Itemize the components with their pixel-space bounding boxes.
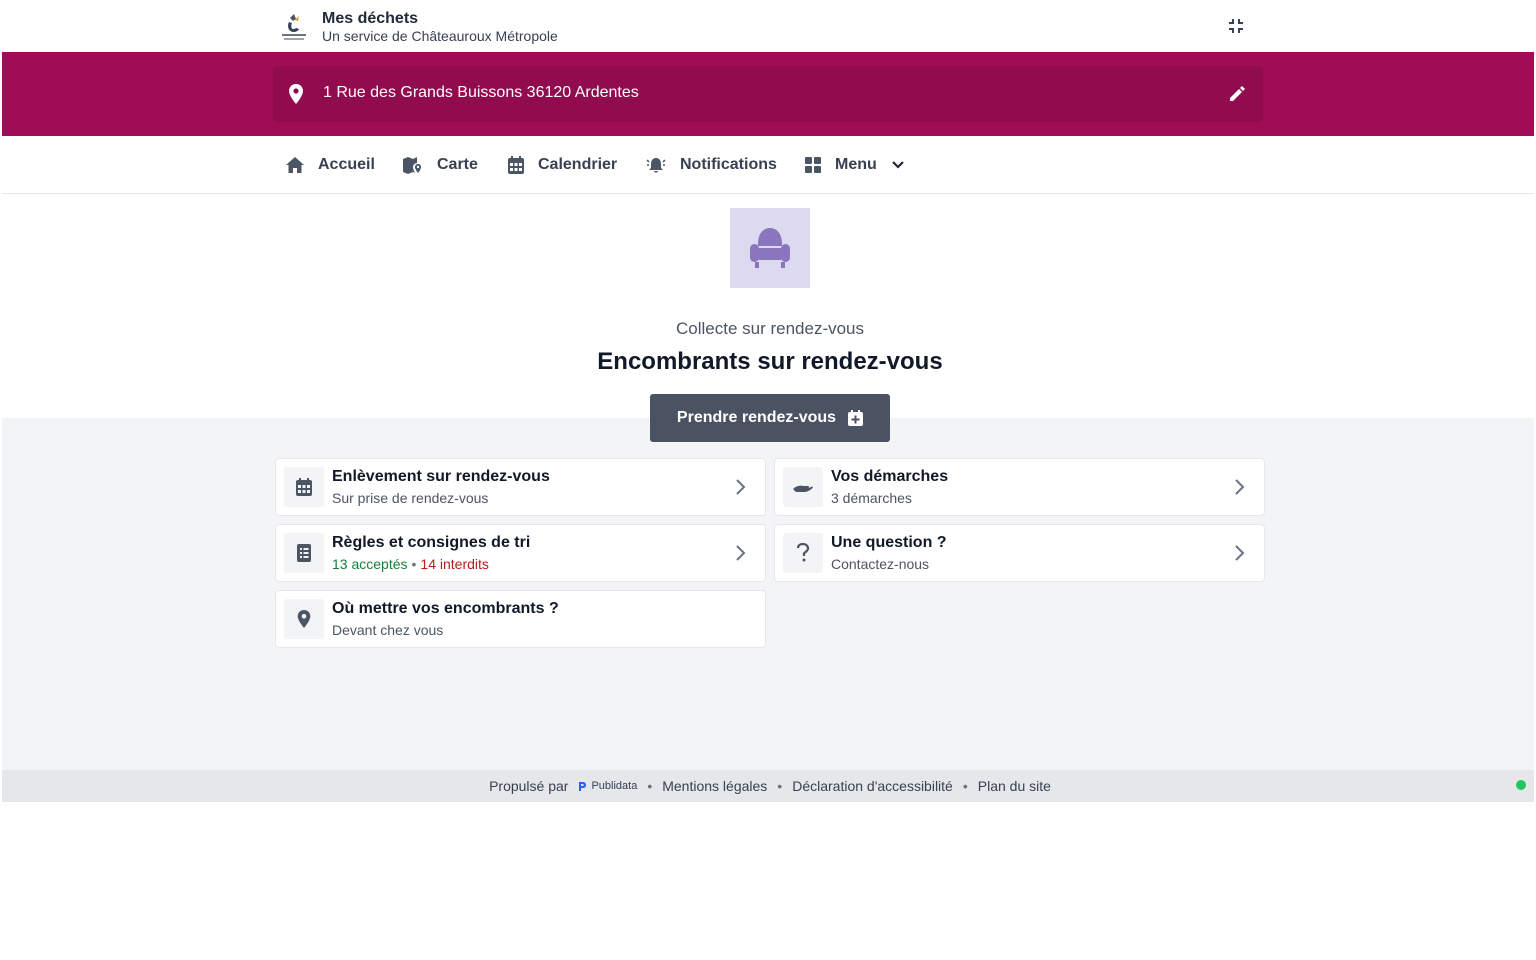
hero-section: Collecte sur rendez-vous Encombrants sur…: [2, 195, 1534, 418]
card-demarches[interactable]: Vos démarches 3 démarches: [774, 458, 1265, 516]
card-subtitle: 3 démarches: [831, 490, 912, 506]
card-subtitle: 13 acceptés • 14 interdits: [332, 556, 489, 572]
card-subtitle: Sur prise de rendez-vous: [332, 490, 489, 506]
app-frame: Mes déchets Un service de Châteauroux Mé…: [2, 2, 1534, 802]
card-question[interactable]: Une question ? Contactez-nous: [774, 524, 1265, 582]
app-subtitle: Un service de Châteauroux Métropole: [322, 28, 558, 44]
app-title: Mes déchets: [322, 10, 419, 27]
card-ou-mettre: Où mettre vos encombrants ? Devant chez …: [275, 590, 766, 648]
footer: Propulsé par Publidata • Mentions légale…: [2, 770, 1534, 802]
checklist-icon: [284, 533, 324, 573]
hand-icon: [783, 467, 823, 507]
status-indicator: [1516, 780, 1526, 790]
powered-by-text: Propulsé par: [489, 778, 569, 794]
map-marker-icon: [403, 157, 421, 174]
publidata-label: Publidata: [591, 780, 638, 792]
collapse-icon[interactable]: [1224, 14, 1248, 38]
nav-item-menu[interactable]: Menu: [805, 136, 905, 194]
footer-links: Propulsé par Publidata • Mentions légale…: [2, 770, 1536, 802]
map-pin-icon: [289, 84, 307, 104]
main-nav: Accueil Carte Calendrier Notifications M…: [2, 136, 1534, 194]
nav-label: Calendrier: [538, 156, 618, 173]
nav-label: Carte: [437, 156, 478, 173]
nav-label: Accueil: [318, 156, 375, 173]
publidata-link[interactable]: Publidata: [578, 780, 637, 792]
content-area: [2, 418, 1534, 770]
grid-icon: [805, 157, 821, 173]
card-regles-tri[interactable]: Règles et consignes de tri 13 acceptés • 1…: [275, 524, 766, 582]
card-subtitle: Contactez-nous: [831, 556, 930, 572]
separator: •: [411, 556, 417, 572]
page-title: Encombrants sur rendez-vous: [597, 348, 943, 375]
address-band: 1 Rue des Grands Buissons 36120 Ardentes: [2, 52, 1534, 136]
nav-item-carte[interactable]: Carte: [403, 136, 478, 194]
publidata-logo-icon: [579, 781, 587, 791]
home-icon: [286, 157, 304, 173]
nav-item-notifications[interactable]: Notifications: [646, 136, 777, 194]
card-enlevement[interactable]: Enlèvement sur rendez-vous Sur prise de …: [275, 458, 766, 516]
nav-item-calendrier[interactable]: Calendrier: [508, 136, 617, 194]
chevron-right-icon: [1235, 479, 1245, 495]
hero-subtitle: Collecte sur rendez-vous: [675, 319, 865, 338]
accepted-count: 13 acceptés: [332, 556, 408, 572]
card-subtitle: Devant chez vous: [332, 622, 444, 638]
nav-item-accueil[interactable]: Accueil: [286, 136, 375, 194]
separator: •: [647, 778, 653, 794]
book-appointment-button[interactable]: Prendre rendez-vous: [650, 394, 890, 442]
nav-label: Notifications: [680, 156, 777, 173]
button-label: Prendre rendez-vous: [676, 409, 837, 426]
card-title: Règles et consignes de tri: [332, 534, 531, 551]
address-selector[interactable]: 1 Rue des Grands Buissons 36120 Ardentes: [273, 66, 1263, 122]
card-title: Enlèvement sur rendez-vous: [332, 468, 550, 485]
calendar-plus-icon: [848, 410, 864, 426]
nav-label: Menu: [835, 156, 877, 173]
question-icon: [783, 533, 823, 573]
accessibility-link[interactable]: Déclaration d'accessibilité: [792, 778, 953, 794]
sitemap-link[interactable]: Plan du site: [978, 778, 1051, 794]
card-title: Vos démarches: [831, 468, 949, 485]
calendar-icon: [508, 156, 524, 174]
armchair-icon: [730, 208, 810, 288]
separator: •: [962, 778, 968, 794]
chateauroux-metropole-logo[interactable]: [277, 10, 311, 44]
mentions-legales-link[interactable]: Mentions légales: [662, 778, 767, 794]
address-text: 1 Rue des Grands Buissons 36120 Ardentes: [323, 84, 639, 101]
chevron-down-icon: [892, 161, 904, 169]
map-pin-icon: [284, 599, 324, 639]
bell-icon: [646, 158, 666, 173]
separator: •: [777, 778, 783, 794]
top-bar: Mes déchets Un service de Châteauroux Mé…: [2, 2, 1534, 52]
forbidden-count: 14 interdits: [420, 556, 489, 572]
pencil-icon[interactable]: [1225, 82, 1249, 106]
calendar-icon: [284, 467, 324, 507]
chevron-right-icon: [736, 545, 746, 561]
card-title: Où mettre vos encombrants ?: [332, 600, 559, 617]
chevron-right-icon: [736, 479, 746, 495]
chevron-right-icon: [1235, 545, 1245, 561]
card-title: Une question ?: [831, 534, 947, 551]
